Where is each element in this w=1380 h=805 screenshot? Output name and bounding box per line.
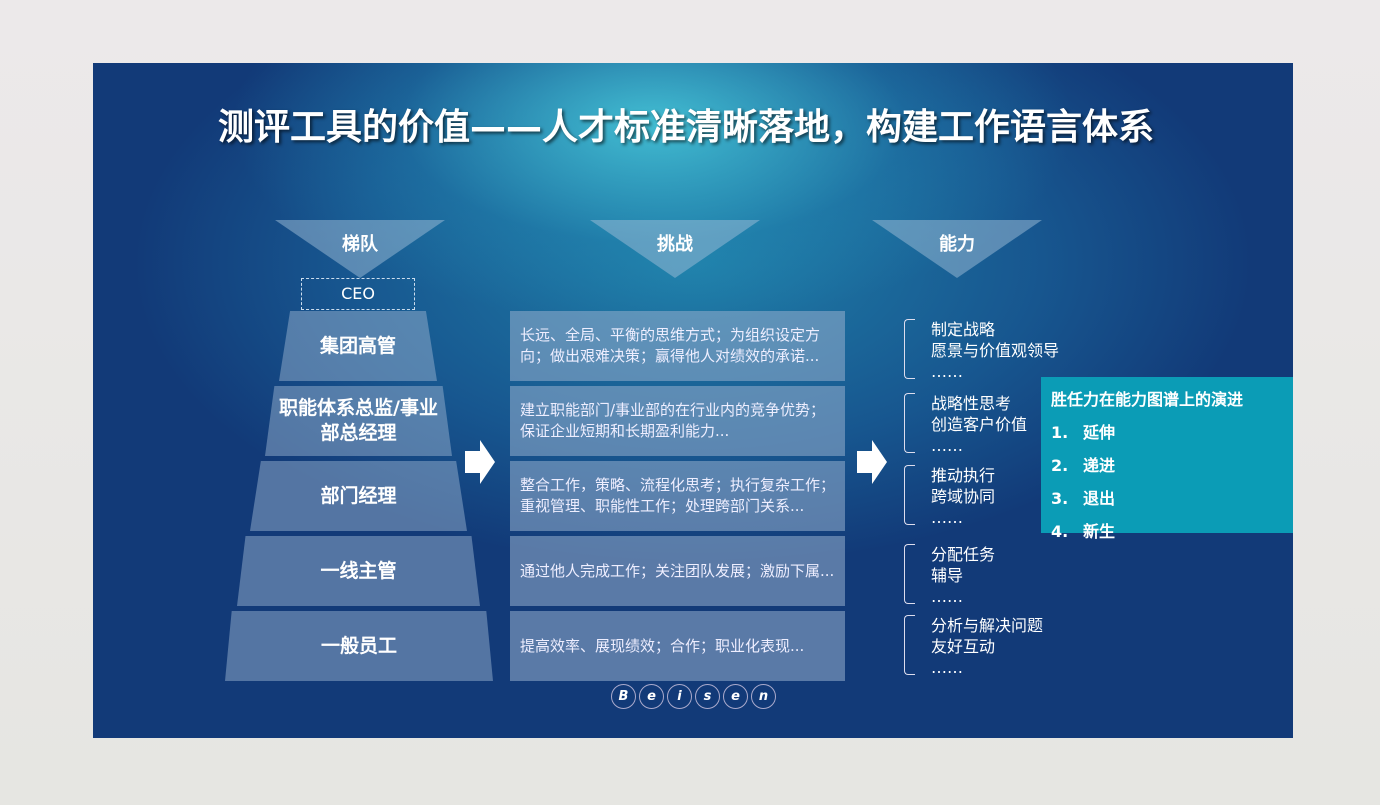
ceo-box: CEO — [301, 278, 415, 310]
challenge-text: 通过他人完成工作；关注团队发展；激励下属... — [520, 561, 835, 580]
level-employee: 一般员工 — [225, 611, 493, 681]
ability-group: 分析与解决问题 友好互动…… — [931, 616, 1044, 677]
header-ability: 能力 — [939, 234, 975, 255]
header-ladder: 梯队 — [342, 234, 378, 255]
challenge-text: 建立职能部门/事业部的在行业内的竞争优势；保证企业短期和长期盈利能力... — [520, 401, 826, 440]
evolution-item: 1. 延伸 — [1051, 423, 1116, 442]
level-group-executive: 集团高管 — [279, 311, 437, 381]
level-frontline-supervisor: 一线主管 — [237, 536, 480, 606]
bracket-icon — [904, 393, 915, 453]
challenge-box: 长远、全局、平衡的思维方式；为组织设定方向；做出艰难决策；赢得他人对绩效的承诺.… — [510, 311, 845, 381]
challenge-text: 整合工作，策略、流程化思考；执行复杂工作；重视管理、职能性工作；处理跨部门关系.… — [520, 476, 836, 515]
ability-group: 推动执行 跨域协同…… — [931, 466, 996, 527]
ability-group: 分配任务 辅导…… — [931, 545, 996, 606]
level-director: 职能体系总监/事业部总经理 — [265, 386, 452, 456]
ability-group: 战略性思考 创造客户价值…… — [931, 394, 1028, 455]
challenge-text: 长远、全局、平衡的思维方式；为组织设定方向；做出艰难决策；赢得他人对绩效的承诺.… — [520, 326, 821, 365]
slide: 测评工具的价值——人才标准清晰落地，构建工作语言体系 梯队 挑战 能力 CEO … — [93, 63, 1293, 738]
slide-title: 测评工具的价值——人才标准清晰落地，构建工作语言体系 — [218, 107, 1155, 148]
level-department-manager: 部门经理 — [250, 461, 467, 531]
bracket-icon — [904, 544, 915, 604]
ability-group: 制定战略 愿景与价值观领导…… — [931, 320, 1060, 381]
challenge-box: 整合工作，策略、流程化思考；执行复杂工作；重视管理、职能性工作；处理跨部门关系.… — [510, 461, 845, 531]
beisen-logo: Beisen — [611, 684, 776, 709]
challenge-box: 提高效率、展现绩效；合作；职业化表现... — [510, 611, 845, 681]
evolution-item: 3. 退出 — [1051, 489, 1116, 508]
evolution-item: 4. 新生 — [1051, 522, 1116, 541]
bracket-icon — [904, 615, 915, 675]
arrow-right-icon — [857, 440, 887, 484]
bracket-icon — [904, 319, 915, 379]
arrow-right-icon — [465, 440, 495, 484]
evolution-title: 胜任力在能力图谱上的演进 — [1051, 390, 1244, 409]
evolution-item: 2. 递进 — [1051, 456, 1116, 475]
challenge-text: 提高效率、展现绩效；合作；职业化表现... — [520, 636, 805, 655]
challenge-box: 建立职能部门/事业部的在行业内的竞争优势；保证企业短期和长期盈利能力... — [510, 386, 845, 456]
evolution-box: 胜任力在能力图谱上的演进 1. 延伸 2. 递进 3. 退出 4. 新生 — [1041, 377, 1293, 541]
bracket-icon — [904, 465, 915, 525]
challenge-box: 通过他人完成工作；关注团队发展；激励下属... — [510, 536, 845, 606]
header-challenge: 挑战 — [657, 234, 693, 255]
